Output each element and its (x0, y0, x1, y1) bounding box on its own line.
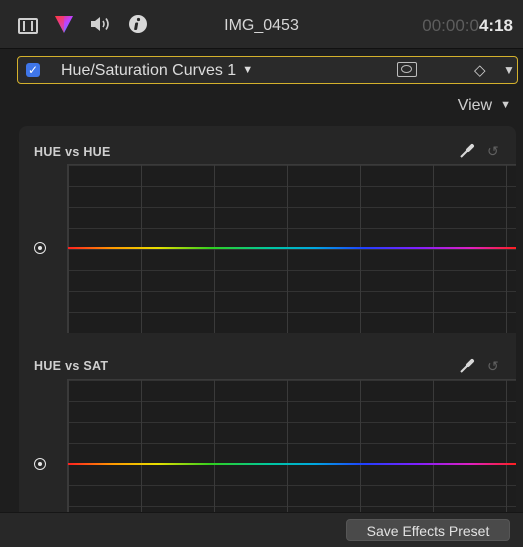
save-effects-preset-button[interactable]: Save Effects Preset (346, 519, 510, 541)
chevron-down-icon: ▼ (500, 99, 511, 111)
curve-control-point[interactable] (34, 458, 46, 470)
eyedropper-icon[interactable] (459, 143, 475, 159)
hue-vs-sat-graph[interactable] (67, 379, 516, 512)
reset-icon[interactable]: ↺ (487, 358, 499, 375)
view-menu-button[interactable]: View ▼ (458, 97, 511, 115)
inspector-header: IMG_0453 00:00:04:18 (0, 0, 523, 49)
shape-mask-icon[interactable] (397, 62, 417, 77)
curve-label: HUE vs HUE (34, 145, 111, 159)
curve-label: HUE vs SAT (34, 359, 109, 373)
hue-curve-line[interactable] (68, 247, 516, 249)
saturation-curve-line[interactable] (68, 463, 516, 465)
hue-vs-sat-section: HUE vs SAT ↺ (19, 341, 516, 512)
eyedropper-icon[interactable] (459, 358, 475, 374)
curve-control-point[interactable] (34, 242, 46, 254)
effect-name-menu[interactable]: Hue/Saturation Curves 1 ▼ (61, 62, 253, 80)
curves-panel: HUE vs HUE ↺ HUE vs SAT ↺ (19, 126, 516, 512)
effect-header-row[interactable]: ✓ Hue/Saturation Curves 1 ▼ ◇ ▼ (17, 56, 518, 84)
chevron-down-icon: ▼ (242, 64, 254, 76)
reset-icon[interactable]: ↺ (487, 143, 499, 160)
chevron-down-icon[interactable]: ▼ (503, 63, 515, 77)
timecode-display: 00:00:04:18 (422, 16, 513, 35)
effect-enable-checkbox[interactable]: ✓ (26, 63, 40, 77)
keyframe-icon[interactable]: ◇ (474, 61, 486, 79)
hue-vs-hue-section: HUE vs HUE ↺ (19, 126, 516, 341)
